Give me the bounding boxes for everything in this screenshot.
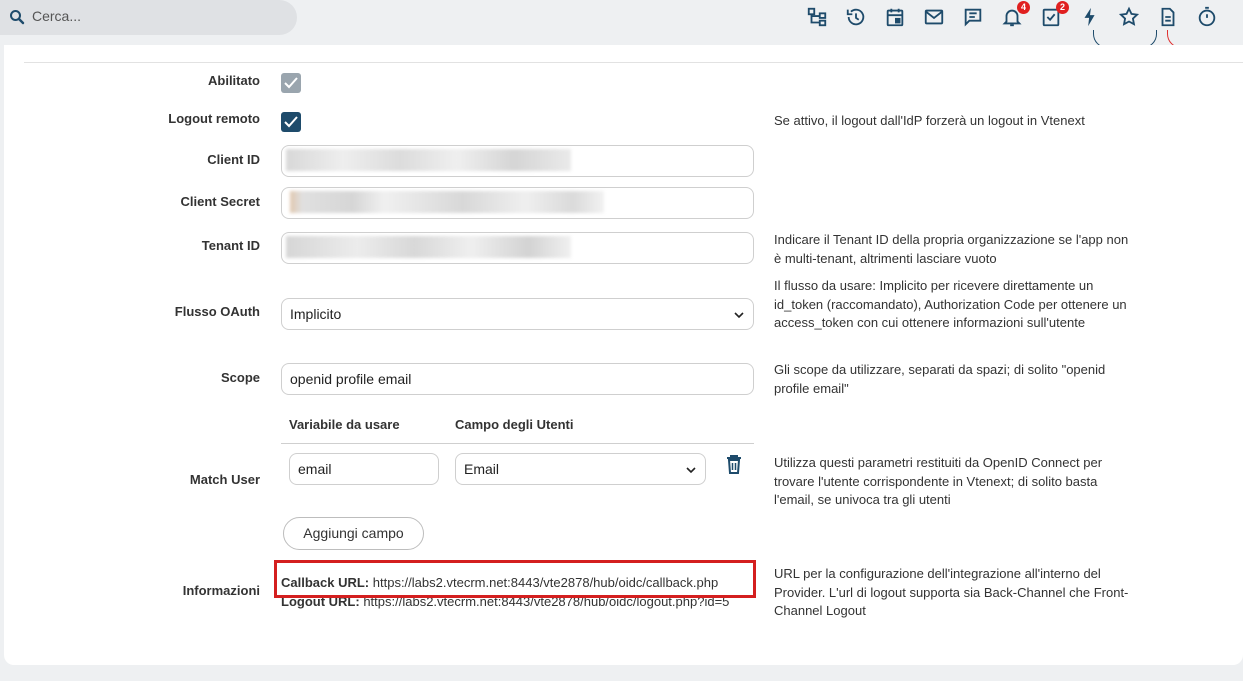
variable-value: email <box>298 461 332 477</box>
scope-help: Gli scope da utilizzare, separati da spa… <box>774 362 1106 396</box>
oauth-flow-label: Flusso OAuth <box>174 304 260 319</box>
scope-value: openid profile email <box>290 371 412 387</box>
table-header-divider <box>281 443 754 444</box>
tasks-icon[interactable]: 2 <box>1040 1 1069 30</box>
document-icon[interactable] <box>1157 6 1181 30</box>
star-icon[interactable] <box>1118 6 1142 30</box>
notification-badge: 4 <box>1017 1 1030 14</box>
bell-icon[interactable]: 4 <box>1001 1 1030 30</box>
chevron-down-icon <box>686 467 696 474</box>
oauth-flow-help: Il flusso da usare: Implicito per riceve… <box>774 278 1127 330</box>
search-bar[interactable]: Cerca... <box>0 0 297 35</box>
search-icon <box>10 10 25 25</box>
callback-url-highlight <box>274 560 756 598</box>
info-label: Informazioni <box>182 583 260 598</box>
client-id-label: Client ID <box>207 152 260 167</box>
history-icon[interactable] <box>845 6 869 30</box>
search-input[interactable]: Cerca... <box>32 8 81 24</box>
bolt-icon[interactable] <box>1079 6 1103 30</box>
tasks-badge: 2 <box>1056 1 1069 14</box>
redacted-value <box>286 149 571 171</box>
trash-icon[interactable] <box>725 454 743 474</box>
user-field-column-header: Campo degli Utenti <box>455 417 574 432</box>
chevron-down-icon <box>734 312 744 319</box>
chat-icon[interactable] <box>962 6 986 30</box>
add-field-button[interactable]: Aggiungi campo <box>283 517 424 550</box>
oauth-flow-value: Implicito <box>290 306 342 322</box>
timer-icon[interactable] <box>1196 6 1220 30</box>
client-id-input[interactable] <box>281 145 754 177</box>
settings-panel: Abilitato Logout remoto Se attivo, il lo… <box>4 45 1243 665</box>
enabled-label: Abilitato <box>208 73 260 88</box>
client-secret-label: Client Secret <box>180 194 260 209</box>
tenant-id-help: Indicare il Tenant ID della propria orga… <box>774 232 1129 266</box>
match-user-label: Match User <box>189 472 260 487</box>
variable-input[interactable]: email <box>289 453 439 485</box>
remote-logout-checkbox[interactable] <box>281 112 301 132</box>
calendar-icon[interactable] <box>884 6 908 30</box>
scope-label: Scope <box>220 370 260 385</box>
variable-column-header: Variabile da usare <box>289 417 400 432</box>
user-field-value: Email <box>464 461 500 477</box>
info-help: URL per la configurazione dell'integrazi… <box>774 566 1129 618</box>
remote-logout-label: Logout remoto <box>168 111 260 126</box>
remote-logout-help: Se attivo, il logout dall'IdP forzerà un… <box>774 113 1085 128</box>
enabled-checkbox[interactable] <box>281 73 301 93</box>
redacted-value <box>286 236 571 258</box>
scope-input[interactable]: openid profile email <box>281 363 754 395</box>
mail-icon[interactable] <box>923 6 947 30</box>
tenant-id-label: Tenant ID <box>201 238 260 253</box>
redacted-value <box>290 191 604 213</box>
oauth-flow-select[interactable]: Implicito <box>281 298 754 330</box>
user-field-select[interactable]: Email <box>455 453 706 485</box>
divider <box>24 62 1243 63</box>
match-user-help: Utilizza questi parametri restituiti da … <box>774 455 1103 507</box>
sitemap-icon[interactable] <box>806 6 830 30</box>
tenant-id-input[interactable] <box>281 232 754 264</box>
top-bar: Cerca... 4 2 <box>0 0 1243 48</box>
client-secret-input[interactable] <box>281 187 754 219</box>
